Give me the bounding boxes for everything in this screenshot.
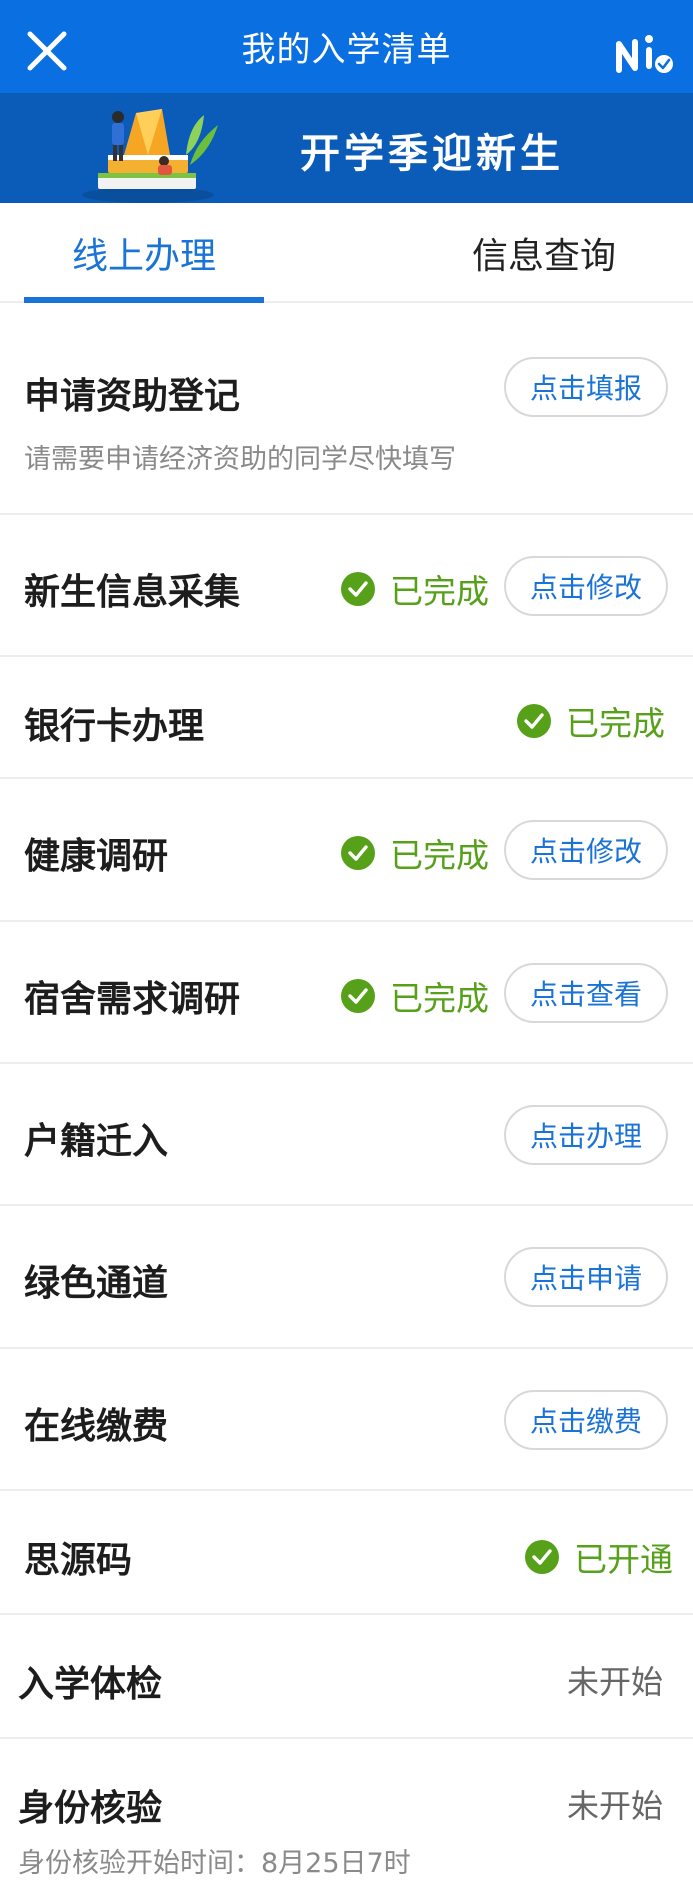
check-circle-icon (525, 1540, 559, 1574)
list-item-health-survey: 健康调研 已完成 点击修改 (0, 779, 693, 922)
process-button[interactable]: 点击办理 (504, 1105, 668, 1165)
close-icon[interactable] (24, 28, 70, 74)
status-text: 已完成 (566, 704, 665, 743)
status-text: 未开始 (566, 1787, 663, 1825)
item-title: 思源码 (24, 1540, 133, 1581)
tab-online-processing[interactable]: 线上办理 (24, 203, 264, 303)
list-item-bank-card: 银行卡办理 已完成 (0, 657, 693, 779)
list-item-info-collection: 新生信息采集 已完成 点击修改 (0, 515, 693, 657)
item-subtitle: 请需要申请经济资助的同学尽快填写 (24, 444, 456, 475)
status-text: 已完成 (390, 836, 489, 875)
status-text: 未开始 (566, 1663, 663, 1701)
item-title: 宿舍需求调研 (24, 979, 241, 1020)
top-bar: 我的入学清单 (0, 0, 693, 93)
item-title: 在线缴费 (24, 1406, 169, 1447)
check-circle-icon (517, 704, 551, 738)
item-title: 身份核验 (18, 1788, 163, 1829)
item-title: 户籍迁入 (24, 1121, 169, 1162)
item-title: 绿色通道 (24, 1263, 169, 1304)
status-badge: 已开通 (524, 1533, 673, 1581)
list-item-siyuan-code: 思源码 已开通 (0, 1491, 693, 1615)
item-title: 申请资助登记 (24, 376, 241, 417)
list-item-household-transfer: 户籍迁入 点击办理 (0, 1064, 693, 1206)
item-title: 健康调研 (24, 836, 169, 877)
check-circle-icon (341, 572, 375, 606)
item-title: 新生信息采集 (24, 572, 241, 613)
status-text: 已完成 (390, 979, 489, 1018)
status-badge: 已完成 (516, 697, 665, 745)
apply-button[interactable]: 点击申请 (504, 1247, 668, 1307)
page-title: 我的入学清单 (241, 30, 452, 70)
modify-button[interactable]: 点击修改 (504, 820, 668, 880)
list-item-online-payment: 在线缴费 点击缴费 (0, 1349, 693, 1491)
list-item-green-channel: 绿色通道 点击申请 (0, 1206, 693, 1349)
list-item-dorm-survey: 宿舍需求调研 已完成 点击查看 (0, 922, 693, 1064)
banner-title: 开学季迎新生 (300, 131, 564, 177)
status-badge: 已完成 (340, 972, 489, 1020)
status-badge: 已完成 (340, 829, 489, 877)
view-button[interactable]: 点击查看 (504, 963, 668, 1023)
fill-in-button[interactable]: 点击填报 (504, 357, 668, 417)
tab-bar: 线上办理 信息查询 (0, 203, 693, 303)
item-subtitle: 身份核验开始时间：8月25日7时 (18, 1848, 411, 1879)
brand-logo-icon[interactable] (615, 30, 675, 76)
check-circle-icon (341, 979, 375, 1013)
status-text: 已开通 (574, 1540, 673, 1579)
check-circle-icon (341, 836, 375, 870)
list-item-identity-check: 身份核验 未开始 身份核验开始时间：8月25日7时 (0, 1739, 693, 1885)
status-badge: 已完成 (340, 565, 489, 613)
tab-info-query[interactable]: 信息查询 (424, 203, 664, 303)
pay-button[interactable]: 点击缴费 (504, 1390, 668, 1450)
item-title: 入学体检 (18, 1664, 163, 1705)
list-item-financial-aid: 申请资助登记 点击填报 请需要申请经济资助的同学尽快填写 (0, 303, 693, 515)
list-item-medical-exam: 入学体检 未开始 (0, 1615, 693, 1739)
welcome-banner: 开学季迎新生 (0, 93, 693, 203)
books-illustration-icon (82, 109, 218, 203)
item-title: 银行卡办理 (24, 706, 205, 747)
modify-button[interactable]: 点击修改 (504, 556, 668, 616)
status-text: 已完成 (390, 572, 489, 611)
